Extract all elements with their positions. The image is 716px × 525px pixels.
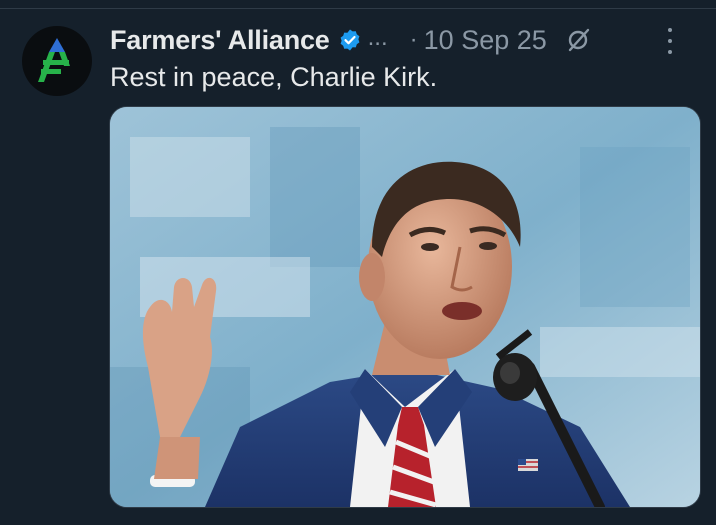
speaker-photo (110, 107, 700, 507)
farmers-alliance-logo-icon (38, 38, 70, 82)
post-header: Farmers' Alliance ... · 10 Sep 25 (110, 22, 696, 58)
top-divider (0, 8, 716, 9)
post-timestamp[interactable]: 10 Sep 25 (424, 25, 547, 56)
verified-badge-icon[interactable] (338, 28, 362, 52)
post-media-photo[interactable] (109, 106, 701, 508)
more-options-icon[interactable] (666, 28, 674, 54)
handle-truncation: ... (367, 24, 388, 51)
separator-dot: · (409, 26, 418, 53)
avatar[interactable] (22, 26, 92, 96)
post-text: Rest in peace, Charlie Kirk. (110, 62, 438, 92)
grok-icon[interactable] (565, 27, 591, 53)
author-display-name[interactable]: Farmers' Alliance (110, 25, 330, 56)
